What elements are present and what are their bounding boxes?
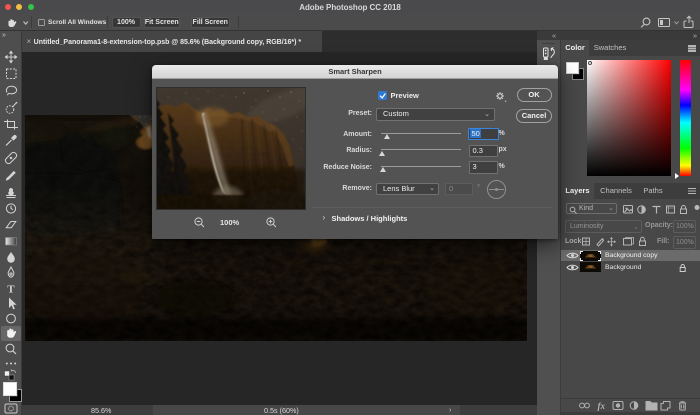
svg-text:T: T [7, 284, 15, 296]
svg-text:fx: fx [598, 401, 606, 411]
